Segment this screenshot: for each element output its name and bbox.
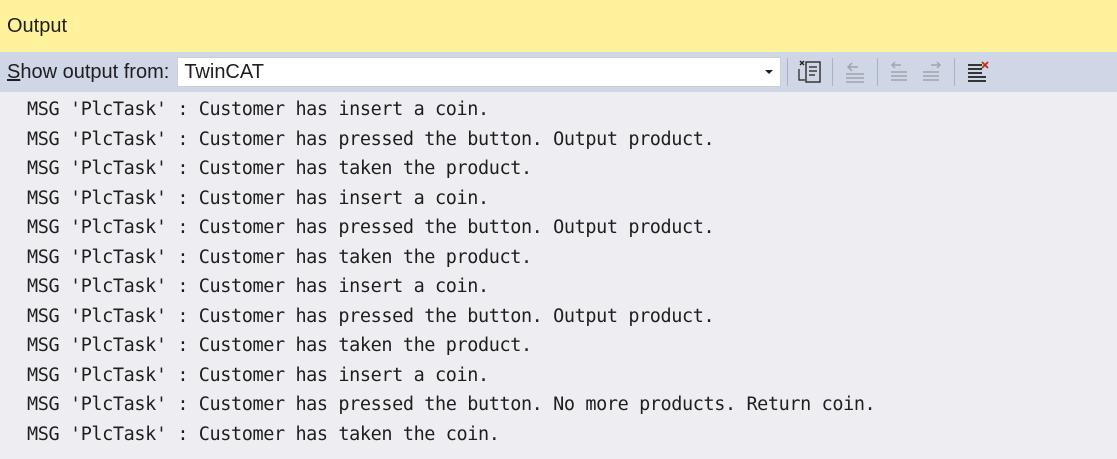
find-message-in-code-button[interactable] [794,56,826,88]
output-line: MSG 'PlcTask' : Customer has taken the p… [27,246,532,268]
toolbar-separator [877,58,879,86]
output-source-dropdown[interactable]: TwinCAT [177,57,782,87]
output-titlebar[interactable]: Output [0,0,1117,52]
show-output-from-label: Show output from: [7,61,169,84]
toolbar-separator [832,58,834,86]
window-title: Output [7,14,68,37]
output-line: MSG 'PlcTask' : Customer has taken the p… [27,335,532,356]
go-to-last-message-button[interactable] [916,56,948,88]
output-toolbar: Show output from: TwinCAT [0,52,1117,92]
clear-all-button[interactable] [961,56,993,88]
output-line: MSG 'PlcTask' : Customer has pressed the… [27,305,715,327]
output-source-value: TwinCAT [184,60,264,83]
find-message-in-code-icon [798,60,821,83]
chevron-down-icon[interactable] [758,58,780,86]
output-line: MSG 'PlcTask' : Customer has insert a co… [27,187,489,209]
go-to-next-message-icon [891,61,908,81]
output-line: MSG 'PlcTask' : Customer has pressed the… [27,394,876,415]
output-line: MSG 'PlcTask' : Customer has insert a co… [27,364,489,386]
clear-all-icon [968,61,989,82]
output-line: MSG 'PlcTask' : Customer has insert a co… [27,99,489,120]
output-line: MSG 'PlcTask' : Customer has pressed the… [27,217,715,238]
output-text-pane[interactable]: MSG 'PlcTask' : Customer has insert a co… [0,92,1117,459]
output-window: Output Show output from: TwinCAT MSG 'Pl… [0,0,1117,459]
toolbar-separator [954,58,956,86]
go-to-next-message-button[interactable] [884,56,916,88]
output-line: MSG 'PlcTask' : Customer has insert a co… [27,276,489,297]
go-to-previous-message-button[interactable] [839,56,871,88]
output-line: MSG 'PlcTask' : Customer has taken the c… [27,423,500,445]
output-line: MSG 'PlcTask' : Customer has pressed the… [27,128,715,150]
toolbar-separator [787,58,789,86]
show-output-from-text: how output from: [20,60,170,83]
go-to-last-message-icon [923,61,942,81]
go-to-previous-message-icon [846,62,865,83]
show-output-from-access-key: S [7,60,21,83]
output-line: MSG 'PlcTask' : Customer has taken the p… [27,158,532,179]
